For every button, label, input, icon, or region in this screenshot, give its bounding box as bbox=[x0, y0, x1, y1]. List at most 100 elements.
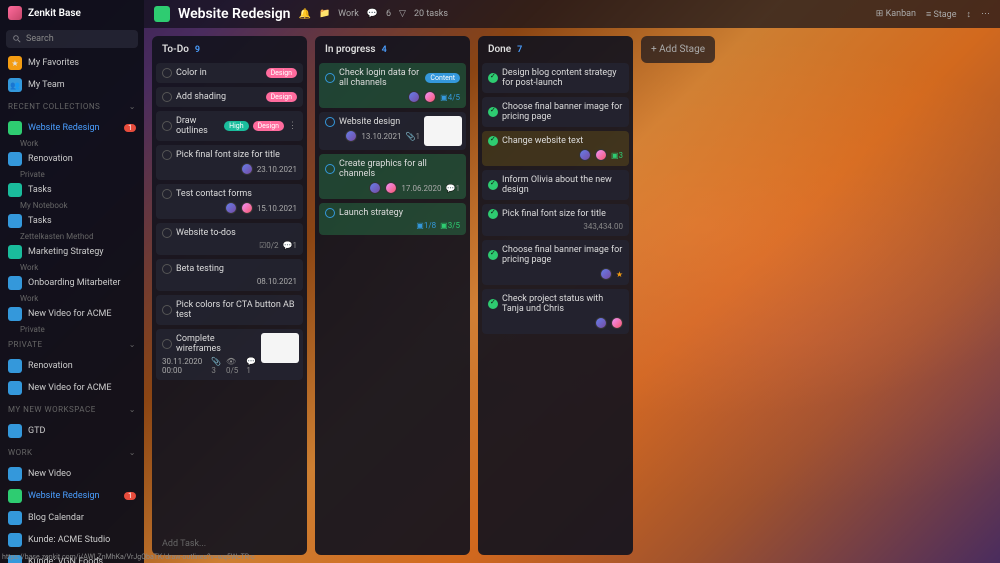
status-circle[interactable] bbox=[325, 117, 335, 127]
sort-icon[interactable]: ↕ bbox=[967, 9, 972, 20]
status-circle[interactable] bbox=[488, 180, 498, 190]
section-work[interactable]: WORK ⌄ bbox=[0, 442, 144, 463]
kanban-card[interactable]: Draw outlines High Design ⋮ bbox=[156, 111, 303, 141]
avatar bbox=[225, 202, 237, 214]
kanban-card[interactable]: Color in Design bbox=[156, 63, 303, 83]
sidebar-item[interactable]: Blog Calendar bbox=[0, 507, 144, 529]
status-circle[interactable] bbox=[162, 339, 172, 349]
kanban-card[interactable]: Choose final banner image for pricing pa… bbox=[482, 97, 629, 127]
project-title: Website Redesign bbox=[178, 6, 291, 22]
kanban-card[interactable]: Website design 13.10.2021📎1 bbox=[319, 112, 466, 150]
sidebar-item[interactable]: Renovation bbox=[0, 355, 144, 377]
section-private[interactable]: PRIVATE ⌄ bbox=[0, 334, 144, 355]
status-circle[interactable] bbox=[488, 299, 498, 309]
status-circle[interactable] bbox=[488, 250, 498, 260]
chevron-down-icon: ⌄ bbox=[129, 405, 136, 414]
column-header: Done 7 bbox=[478, 36, 633, 63]
kanban-card[interactable]: Complete wireframes 30.11.2020 00:00📎3👁0… bbox=[156, 329, 303, 380]
avatar bbox=[369, 182, 381, 194]
bell-icon[interactable]: 🔔 bbox=[299, 9, 311, 20]
more-icon[interactable]: ⋯ bbox=[981, 9, 990, 19]
thumbnail bbox=[424, 116, 462, 146]
sidebar-item[interactable]: New Video for ACME bbox=[0, 377, 144, 399]
search-icon bbox=[12, 34, 22, 44]
sidebar-item[interactable]: Website Redesign 1 bbox=[0, 117, 144, 139]
sidebar-favorites[interactable]: ★ My Favorites bbox=[0, 52, 144, 74]
kanban-card[interactable]: Design blog content strategy for post-la… bbox=[482, 63, 629, 93]
card-meta: 17.06.2020💬1 bbox=[325, 182, 460, 194]
status-circle[interactable] bbox=[162, 305, 172, 315]
kanban-card[interactable]: Launch strategy ▣1/8▣3/5 bbox=[319, 203, 466, 235]
folder-icon: 📁 bbox=[319, 9, 330, 19]
column-count: 9 bbox=[195, 45, 200, 55]
card-meta: 08.10.2021 bbox=[162, 277, 297, 286]
column-count: 7 bbox=[517, 45, 522, 55]
search-input[interactable]: Search bbox=[6, 30, 138, 48]
status-circle[interactable] bbox=[325, 164, 335, 174]
star-icon: ★ bbox=[616, 270, 623, 279]
add-task-button[interactable]: Add Task... bbox=[152, 533, 307, 555]
date: 08.10.2021 bbox=[257, 277, 297, 286]
main: Website Redesign 🔔 📁 Work 💬 6 ▽ 20 tasks… bbox=[144, 0, 1000, 563]
kanban-card[interactable]: Change website text ▣3 bbox=[482, 131, 629, 166]
status-circle[interactable] bbox=[162, 92, 172, 102]
kanban-card[interactable]: Pick final font size for title 23.10.202… bbox=[156, 145, 303, 180]
kanban-card[interactable]: Website to-dos ☑0/2💬1 bbox=[156, 223, 303, 255]
status-circle[interactable] bbox=[162, 264, 172, 274]
status-circle[interactable] bbox=[488, 209, 498, 219]
sidebar-item[interactable]: Marketing Strategy bbox=[0, 241, 144, 263]
status-circle[interactable] bbox=[162, 189, 172, 199]
sidebar-item[interactable]: Kunde: ACME Studio bbox=[0, 529, 144, 551]
card-title: Change website text bbox=[502, 136, 623, 146]
sidebar-team[interactable]: 👥 My Team bbox=[0, 74, 144, 96]
project-icon bbox=[154, 6, 170, 22]
sidebar-item[interactable]: GTD bbox=[0, 420, 144, 442]
column-body: Design blog content strategy for post-la… bbox=[478, 63, 633, 555]
team-icon: 👥 bbox=[8, 78, 22, 92]
sidebar-item[interactable]: New Video for ACME bbox=[0, 303, 144, 325]
status-circle[interactable] bbox=[162, 121, 172, 131]
item-subtitle: Private bbox=[20, 325, 144, 334]
avatar bbox=[595, 149, 607, 161]
more-icon[interactable]: ⋮ bbox=[288, 121, 297, 131]
kanban-card[interactable]: Check login data for all channels Conten… bbox=[319, 63, 466, 108]
card-meta: 30.11.2020 00:00📎3👁0/5💬1 bbox=[162, 357, 257, 375]
status-circle[interactable] bbox=[325, 208, 335, 218]
kanban-card[interactable]: Beta testing 08.10.2021 bbox=[156, 259, 303, 291]
kanban-card[interactable]: Choose final banner image for pricing pa… bbox=[482, 240, 629, 285]
kanban-card[interactable]: Pick final font size for title 343,434.0… bbox=[482, 204, 629, 236]
sidebar-item[interactable]: Renovation bbox=[0, 148, 144, 170]
views: 👁0/5 bbox=[226, 357, 242, 375]
sidebar-item[interactable]: Onboarding Mitarbeiter bbox=[0, 272, 144, 294]
sidebar-item[interactable]: Tasks bbox=[0, 210, 144, 232]
chevron-down-icon: ⌄ bbox=[129, 102, 136, 111]
status-circle[interactable] bbox=[162, 68, 172, 78]
view-kanban[interactable]: ⊞ Kanban bbox=[876, 9, 916, 19]
section-workspace[interactable]: MY NEW WORKSPACE ⌄ bbox=[0, 399, 144, 420]
status-circle[interactable] bbox=[325, 73, 335, 83]
add-stage-button[interactable]: + Add Stage bbox=[641, 36, 715, 63]
status-circle[interactable] bbox=[162, 150, 172, 160]
sidebar-item[interactable]: Tasks bbox=[0, 179, 144, 201]
card-title: Design blog content strategy for post-la… bbox=[502, 68, 623, 88]
kanban-card[interactable]: Inform Olivia about the new design bbox=[482, 170, 629, 200]
column-body: Color in Design Add shading Design Draw … bbox=[152, 63, 307, 533]
kanban-card[interactable]: Create graphics for all channels 17.06.2… bbox=[319, 154, 466, 199]
kanban-card[interactable]: Add shading Design bbox=[156, 87, 303, 107]
status-circle[interactable] bbox=[488, 73, 498, 83]
status-circle[interactable] bbox=[488, 107, 498, 117]
kanban-card[interactable]: Test contact forms 15.10.2021 bbox=[156, 184, 303, 219]
sidebar-item[interactable]: Website Redesign 1 bbox=[0, 485, 144, 507]
section-recent[interactable]: RECENT COLLECTIONS ⌄ bbox=[0, 96, 144, 117]
collection-icon bbox=[8, 359, 22, 373]
card-title: Inform Olivia about the new design bbox=[502, 175, 623, 195]
view-stage[interactable]: ≡ Stage bbox=[926, 9, 957, 20]
brand-header: Zenkit Base bbox=[0, 0, 144, 26]
column-body: Check login data for all channels Conten… bbox=[315, 63, 470, 555]
kanban-card[interactable]: Pick colors for CTA button AB test bbox=[156, 295, 303, 325]
status-circle[interactable] bbox=[488, 136, 498, 146]
sidebar-item[interactable]: New Video bbox=[0, 463, 144, 485]
kanban-card[interactable]: Check project status with Tanja und Chri… bbox=[482, 289, 629, 334]
collection-icon bbox=[8, 121, 22, 135]
status-circle[interactable] bbox=[162, 228, 172, 238]
